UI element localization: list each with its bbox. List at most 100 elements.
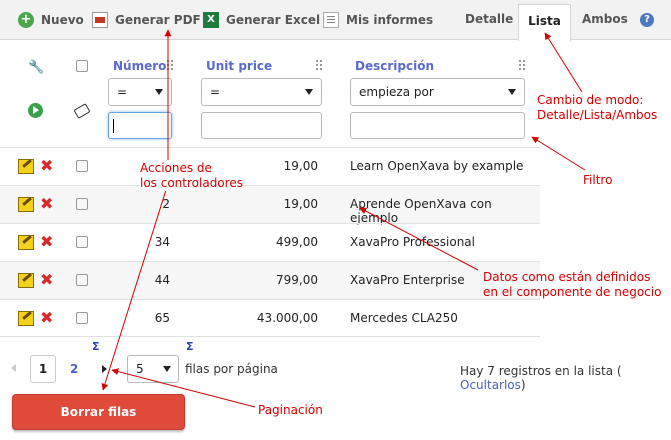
chevron-down-icon bbox=[305, 89, 313, 95]
plus-icon: + bbox=[18, 12, 34, 28]
row-checkbox[interactable] bbox=[76, 198, 88, 210]
column-header-unit-price[interactable]: Unit price bbox=[206, 59, 272, 73]
cell-description: Aprende OpenXava con ejemplo bbox=[350, 197, 492, 225]
number-filter-operator[interactable]: = bbox=[108, 78, 172, 106]
row-checkbox[interactable] bbox=[76, 312, 88, 324]
cell-price: 499,00 bbox=[276, 235, 318, 249]
chevron-down-icon bbox=[508, 89, 516, 95]
edit-icon[interactable] bbox=[18, 197, 34, 212]
page-link[interactable]: 2 bbox=[70, 362, 78, 376]
table-row: ✖ 34 499,00 XavaPro Professional bbox=[0, 223, 540, 261]
filter-apply-icon[interactable] bbox=[28, 103, 43, 118]
table-row: ✖ 65 43.000,00 Mercedes CLA250 bbox=[0, 299, 540, 337]
annotation-actions-line1: Acciones de bbox=[140, 161, 212, 175]
sum-price-icon[interactable]: Σ bbox=[186, 340, 194, 353]
row-checkbox[interactable] bbox=[76, 236, 88, 248]
generate-pdf-label: Generar PDF bbox=[115, 13, 201, 27]
description-filter-input[interactable] bbox=[350, 112, 525, 139]
row-checkbox[interactable] bbox=[76, 274, 88, 286]
select-all-checkbox[interactable] bbox=[76, 60, 88, 72]
delete-icon[interactable]: ✖ bbox=[40, 272, 53, 288]
new-button[interactable]: + Nuevo bbox=[18, 11, 84, 29]
row-checkbox[interactable] bbox=[76, 160, 88, 172]
table-row: ✖ 44 799,00 XavaPro Enterprise bbox=[0, 261, 540, 299]
annotation-data-line2: en el componente de negocio bbox=[483, 285, 662, 299]
rows-per-page-select[interactable]: 5 bbox=[127, 355, 179, 383]
annotation-actions: Acciones de los controladores bbox=[140, 161, 243, 191]
page-current: 1 bbox=[30, 355, 56, 383]
table-row: ✖ 2 19,00 Aprende OpenXava con ejemplo bbox=[0, 185, 540, 225]
tab-both[interactable]: Ambos bbox=[582, 12, 628, 26]
record-count-text: Hay 7 registros en la lista ( bbox=[460, 364, 622, 378]
tab-detail[interactable]: Detalle bbox=[465, 12, 513, 26]
eraser-icon[interactable] bbox=[73, 103, 91, 119]
annotation-data-line1: Datos como están definidos bbox=[483, 270, 651, 284]
cell-description: Learn OpenXava by example bbox=[350, 159, 524, 173]
cell-number: 34 bbox=[154, 235, 170, 249]
generate-excel-button[interactable]: X Generar Excel bbox=[203, 11, 320, 29]
chevron-down-icon bbox=[163, 366, 171, 372]
hide-link[interactable]: Ocultarlos bbox=[460, 378, 521, 392]
rows-per-page-value: 5 bbox=[136, 362, 144, 376]
edit-icon[interactable] bbox=[18, 159, 34, 174]
annotation-mode-change-line2: Detalle/Lista/Ambos bbox=[537, 108, 658, 122]
annotation-mode-change: Cambio de modo: Detalle/Lista/Ambos bbox=[537, 93, 657, 123]
delete-icon[interactable]: ✖ bbox=[40, 196, 53, 212]
rows-per-page-label: filas por página bbox=[185, 362, 278, 376]
my-reports-button[interactable]: Mis informes bbox=[323, 11, 433, 29]
generate-excel-label: Generar Excel bbox=[226, 13, 321, 27]
next-page-icon[interactable] bbox=[102, 365, 107, 373]
description-filter-operator-value: empieza por bbox=[359, 85, 434, 99]
description-filter-operator[interactable]: empieza por bbox=[350, 78, 525, 106]
price-filter-input[interactable] bbox=[201, 112, 322, 139]
cell-price: 799,00 bbox=[276, 273, 318, 287]
edit-icon[interactable] bbox=[18, 311, 34, 326]
wrench-icon[interactable]: 🔧 bbox=[28, 60, 44, 75]
table-row: ✖ 1 19,00 Learn OpenXava by example bbox=[0, 147, 540, 185]
column-resize-handle[interactable] bbox=[519, 60, 525, 72]
cell-price: 43.000,00 bbox=[256, 311, 318, 325]
cell-description: XavaPro Professional bbox=[350, 235, 475, 249]
pdf-icon bbox=[92, 12, 108, 28]
record-count-close: ) bbox=[520, 378, 526, 392]
cell-number: 65 bbox=[154, 311, 170, 325]
column-resize-handle[interactable] bbox=[316, 60, 322, 72]
price-filter-operator[interactable]: = bbox=[201, 78, 322, 106]
delete-icon[interactable]: ✖ bbox=[40, 234, 53, 250]
cell-description: XavaPro Enterprise bbox=[350, 273, 465, 287]
cell-price: 19,00 bbox=[283, 197, 318, 211]
delete-icon[interactable]: ✖ bbox=[40, 158, 53, 174]
tab-list[interactable]: Lista bbox=[518, 4, 571, 41]
column-header-number[interactable]: Número bbox=[113, 59, 166, 73]
number-filter-input[interactable] bbox=[108, 112, 172, 139]
new-label: Nuevo bbox=[41, 13, 84, 27]
price-filter-operator-value: = bbox=[210, 85, 221, 99]
report-icon bbox=[323, 12, 339, 28]
annotation-filter: Filtro bbox=[583, 173, 613, 187]
generate-pdf-button[interactable]: Generar PDF bbox=[92, 11, 201, 29]
toolbar: + Nuevo Generar PDF X Generar Excel Mis … bbox=[0, 0, 671, 41]
arrow-mode-change bbox=[544, 32, 583, 93]
excel-icon: X bbox=[203, 12, 219, 28]
chevron-down-icon bbox=[155, 89, 163, 95]
help-icon[interactable]: ? bbox=[640, 13, 654, 27]
sum-number-icon[interactable]: Σ bbox=[92, 340, 100, 353]
cell-number: 44 bbox=[154, 273, 170, 287]
annotation-data: Datos como están definidos en el compone… bbox=[483, 270, 661, 300]
annotation-pagination: Paginación bbox=[258, 403, 323, 417]
column-header-description[interactable]: Descripción bbox=[355, 59, 434, 73]
previous-page-icon bbox=[11, 364, 16, 372]
edit-icon[interactable] bbox=[18, 273, 34, 288]
number-filter-operator-value: = bbox=[117, 85, 128, 99]
delete-selected-button[interactable]: Borrar filas seleccionadas bbox=[12, 394, 185, 440]
my-reports-label: Mis informes bbox=[346, 13, 434, 27]
delete-icon[interactable]: ✖ bbox=[40, 310, 53, 326]
record-count: Hay 7 registros en la lista ( Ocultarlos… bbox=[460, 364, 671, 392]
annotation-actions-line2: los controladores bbox=[140, 176, 243, 190]
edit-icon[interactable] bbox=[18, 235, 34, 250]
text-caret bbox=[113, 119, 114, 133]
cell-number: 2 bbox=[162, 197, 170, 211]
column-resize-handle[interactable] bbox=[167, 60, 173, 72]
annotation-mode-change-line1: Cambio de modo: bbox=[537, 93, 644, 107]
cell-description: Mercedes CLA250 bbox=[350, 311, 458, 325]
